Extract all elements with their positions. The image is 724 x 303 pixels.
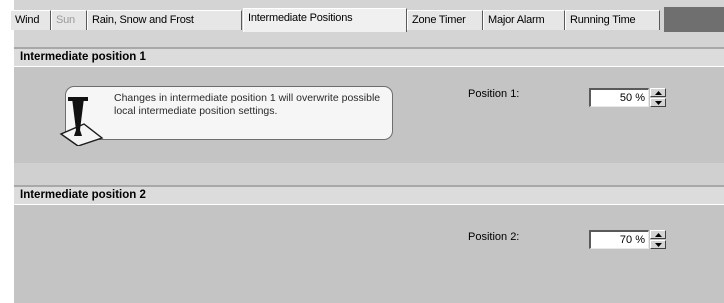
tab-label: Running Time bbox=[570, 14, 636, 26]
tab-label: Intermediate Positions bbox=[248, 12, 353, 24]
tab-strip-end bbox=[664, 7, 724, 32]
position-2-spinner[interactable]: 70 % bbox=[589, 230, 667, 249]
tab-wind[interactable]: Wind bbox=[10, 10, 51, 30]
position-1-input[interactable]: 50 % bbox=[589, 88, 649, 107]
increment-button[interactable] bbox=[650, 230, 666, 239]
tab-label: Major Alarm bbox=[488, 14, 545, 26]
tab-sun[interactable]: Sun bbox=[51, 10, 87, 30]
intermediate-positions-window: Wind Sun Rain, Snow and Frost Intermedia… bbox=[10, 0, 724, 303]
position-1-label: Position 1: bbox=[468, 88, 520, 100]
warning-exclamation-icon bbox=[59, 97, 104, 146]
decrement-button[interactable] bbox=[650, 98, 666, 107]
notice-callout: Changes in intermediate position 1 will … bbox=[65, 86, 393, 140]
section-header-position-1: Intermediate position 1 bbox=[14, 47, 724, 67]
spinner-buttons bbox=[650, 88, 666, 107]
tab-label: Rain, Snow and Frost bbox=[92, 14, 194, 26]
arrow-down-icon bbox=[655, 101, 662, 105]
tab-label: Wind bbox=[15, 14, 40, 26]
section-header-position-2: Intermediate position 2 bbox=[14, 185, 724, 205]
arrow-up-icon bbox=[655, 233, 662, 237]
tab-zone-timer[interactable]: Zone Timer bbox=[407, 10, 483, 30]
section-separator bbox=[14, 163, 724, 185]
spinner-buttons bbox=[650, 230, 666, 249]
section-title: Intermediate position 1 bbox=[20, 51, 146, 63]
decrement-button[interactable] bbox=[650, 240, 666, 249]
tab-strip: Wind Sun Rain, Snow and Frost Intermedia… bbox=[10, 7, 724, 32]
notice-text: Changes in intermediate position 1 will … bbox=[114, 92, 381, 117]
increment-button[interactable] bbox=[650, 88, 666, 97]
arrow-down-icon bbox=[655, 243, 662, 247]
position-1-spinner[interactable]: 50 % bbox=[589, 88, 667, 107]
section-title: Intermediate position 2 bbox=[20, 189, 146, 201]
tab-label: Zone Timer bbox=[412, 14, 466, 26]
position-2-input[interactable]: 70 % bbox=[589, 230, 649, 249]
tab-rain-snow-frost[interactable]: Rain, Snow and Frost bbox=[87, 10, 242, 30]
section-body-position-2 bbox=[14, 205, 724, 303]
arrow-up-icon bbox=[655, 91, 662, 95]
position-2-label: Position 2: bbox=[468, 231, 520, 243]
tab-label: Sun bbox=[56, 14, 75, 26]
tab-running-time[interactable]: Running Time bbox=[565, 10, 660, 30]
tab-intermediate-positions[interactable]: Intermediate Positions bbox=[243, 8, 407, 32]
tab-major-alarm[interactable]: Major Alarm bbox=[483, 10, 565, 30]
